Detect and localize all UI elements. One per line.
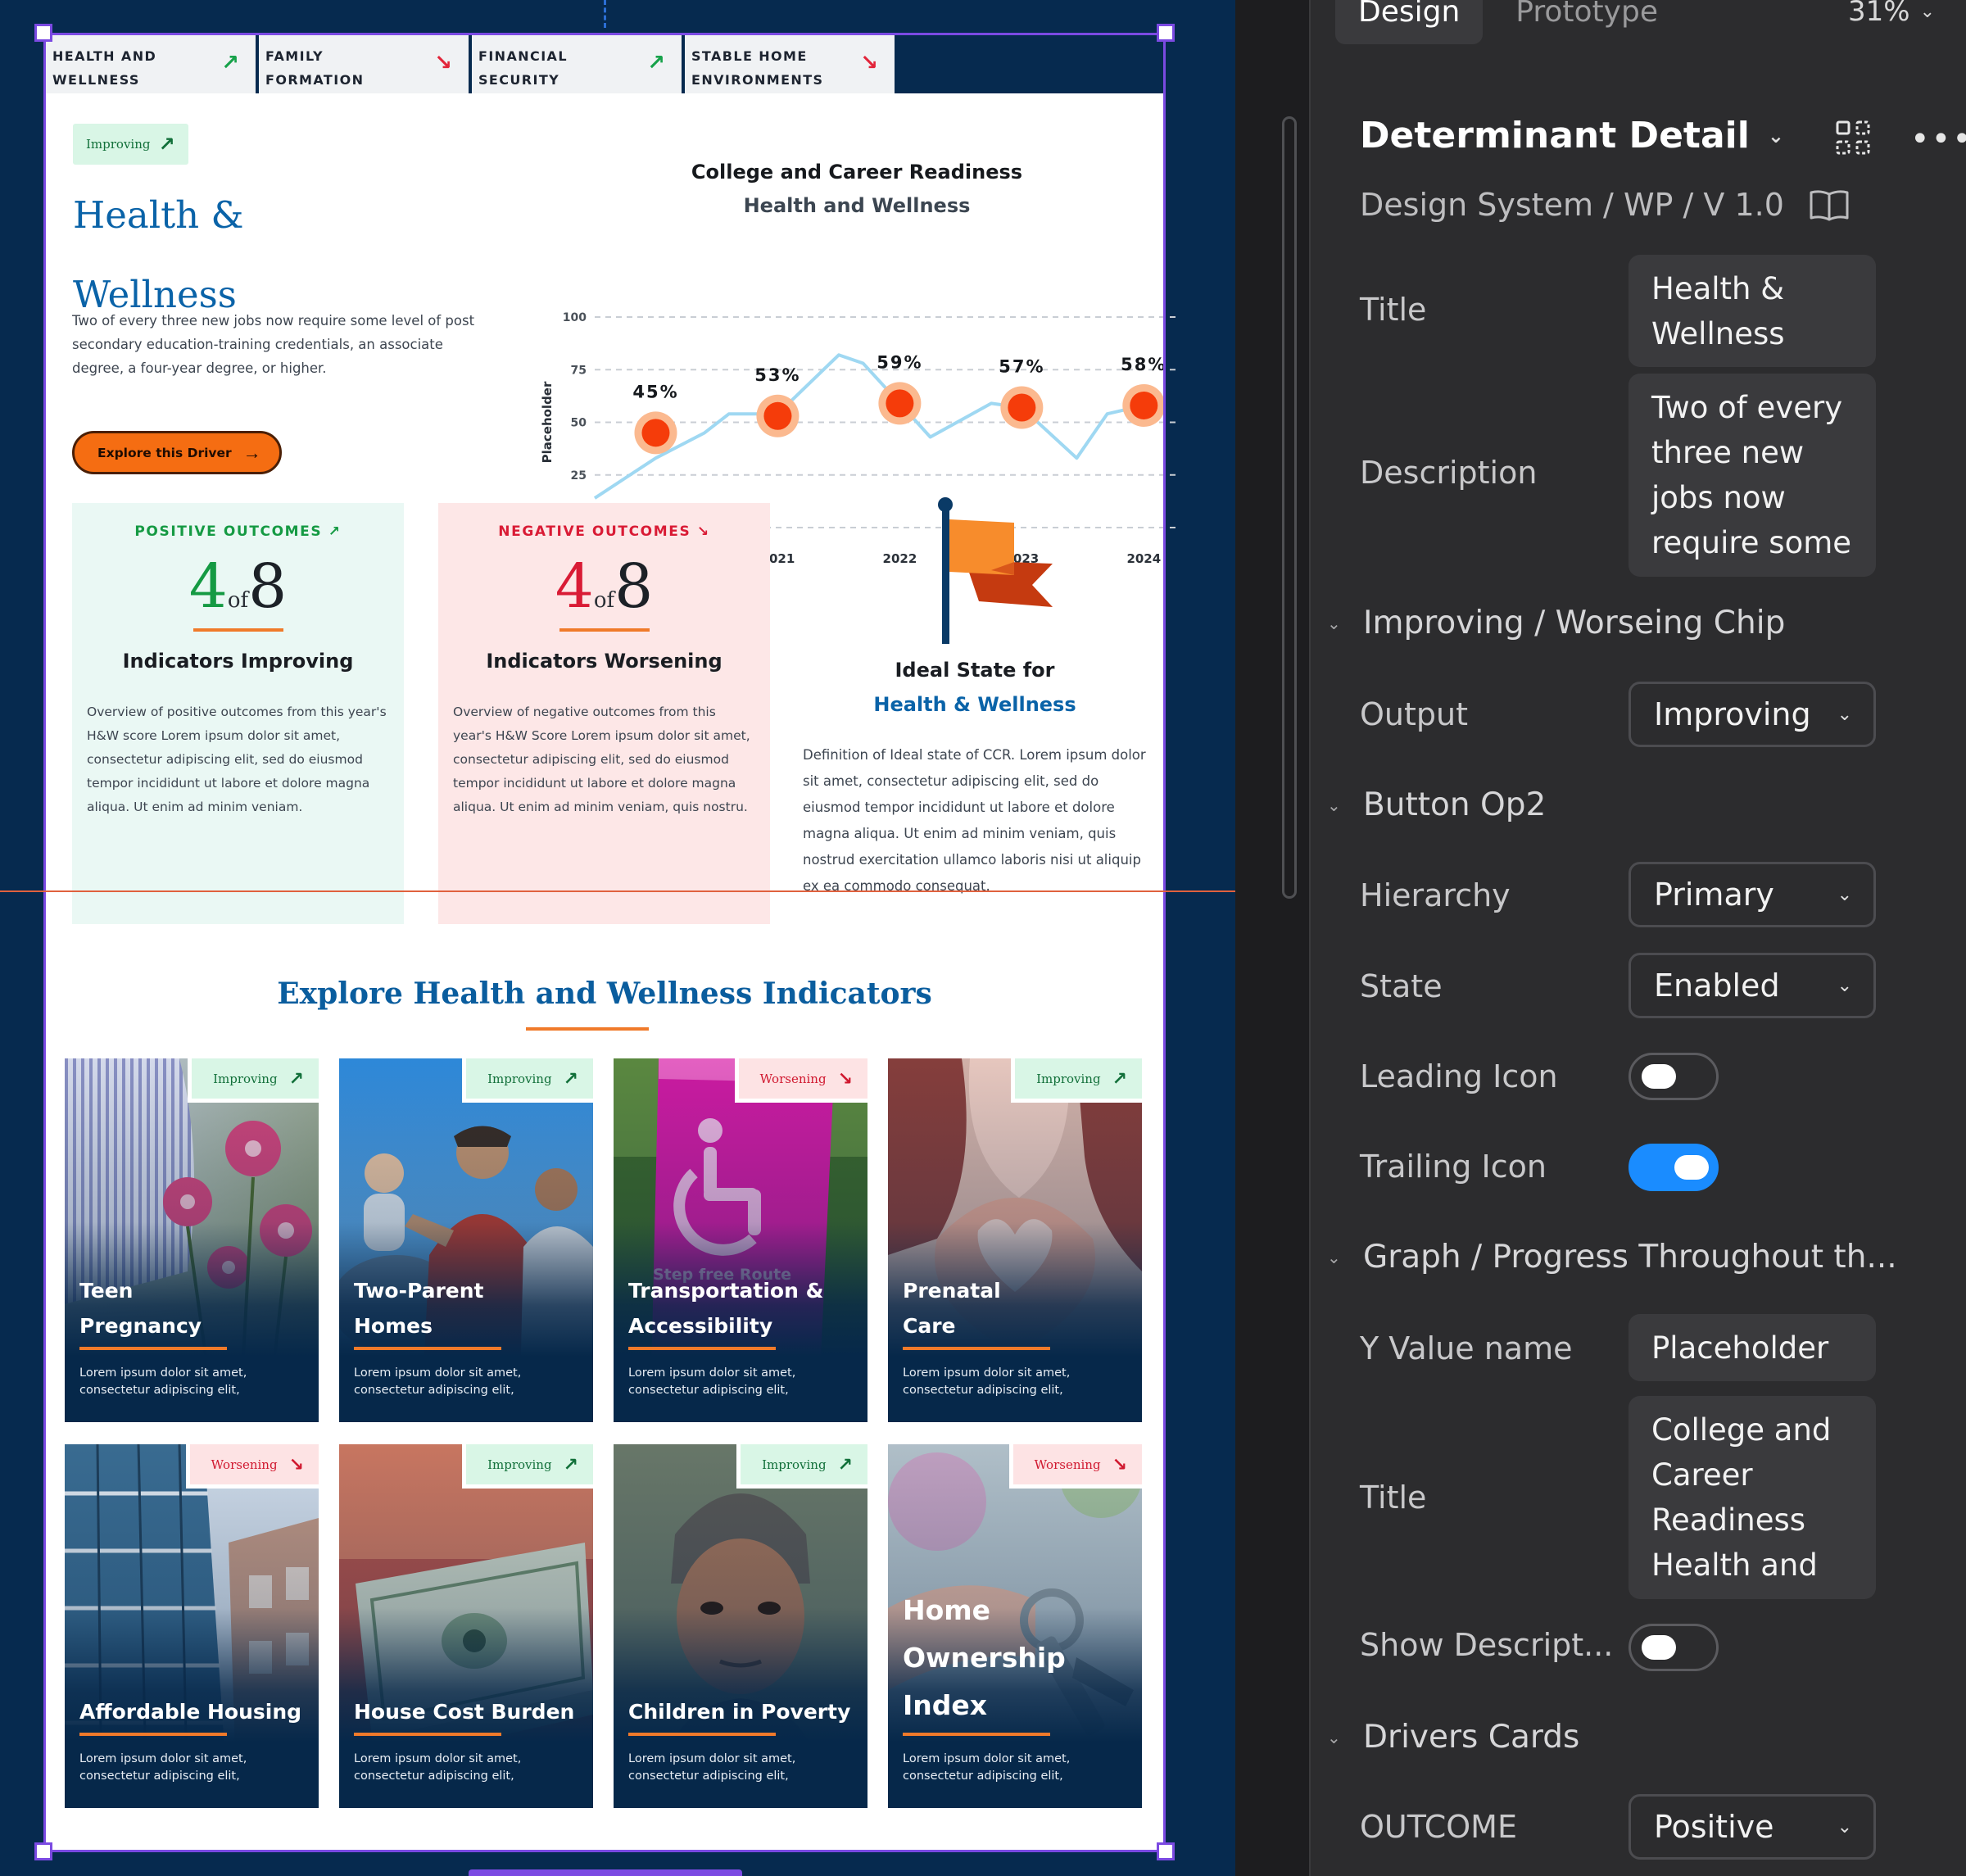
select-value: Improving — [1654, 696, 1811, 732]
section-drivers[interactable]: ⌄ Drivers Cards — [1327, 1719, 1579, 1756]
chevron-down-icon: ⌄ — [1327, 1247, 1341, 1267]
selection-frame — [43, 33, 1166, 1852]
title-field[interactable]: Health & Wellness — [1629, 255, 1876, 367]
outcome-label: OUTCOME — [1360, 1809, 1517, 1845]
leading-icon-label: Leading Icon — [1360, 1058, 1558, 1094]
leading-icon-toggle[interactable] — [1629, 1053, 1719, 1100]
chevron-down-icon: ⌄ — [1327, 1727, 1341, 1747]
description-field[interactable]: Two of every three new jobs now require … — [1629, 374, 1876, 577]
select-value: Primary — [1654, 877, 1774, 913]
toggle-knob — [1674, 1155, 1709, 1180]
chevron-down-icon: ⌄ — [1767, 124, 1784, 147]
hierarchy-label: Hierarchy — [1360, 877, 1511, 913]
show-description-label: Show Descript... — [1360, 1627, 1614, 1663]
trailing-icon-label: Trailing Icon — [1360, 1149, 1547, 1185]
zoom-value: 31% — [1847, 0, 1910, 28]
graph-title-field[interactable]: College and Career Readiness Health and — [1629, 1396, 1876, 1599]
trailing-icon-toggle[interactable] — [1629, 1144, 1719, 1191]
output-select[interactable]: Improving ⌄ — [1629, 682, 1876, 747]
properties-panel: Design Prototype 31% ⌄ Determinant Detai… — [1309, 0, 1966, 1876]
graph-title-label: Title — [1360, 1480, 1427, 1516]
canvas-scroll-area — [1235, 0, 1309, 1876]
more-options-icon[interactable]: ••• — [1910, 123, 1966, 156]
library-path: Design System / WP / V 1.0 — [1360, 187, 1850, 223]
panel-tabs: Design Prototype — [1335, 0, 1681, 44]
chevron-down-icon: ⌄ — [1837, 975, 1852, 996]
library-path-text: Design System / WP / V 1.0 — [1360, 187, 1784, 223]
chevron-down-icon: ⌄ — [1837, 884, 1852, 905]
chevron-down-icon: ⌄ — [1837, 1816, 1852, 1837]
tab-prototype[interactable]: Prototype — [1493, 0, 1681, 44]
description-label: Description — [1360, 455, 1538, 491]
show-description-toggle[interactable] — [1629, 1624, 1719, 1671]
output-label: Output — [1360, 696, 1468, 732]
section-label: Drivers Cards — [1363, 1719, 1580, 1756]
frame-size-label — [469, 1869, 742, 1876]
horizontal-guide — [0, 890, 1235, 892]
select-value: Enabled — [1654, 967, 1780, 1004]
design-canvas[interactable]: HEALTH AND WELLNESS ↗ FAMILY FORMATION ↘… — [0, 0, 1235, 1876]
component-title: Determinant Detail — [1360, 115, 1750, 156]
section-label: Graph / Progress Throughout th... — [1363, 1239, 1897, 1276]
hierarchy-select[interactable]: Primary ⌄ — [1629, 862, 1876, 927]
resize-handle[interactable] — [34, 24, 52, 42]
resize-handle[interactable] — [34, 1842, 52, 1860]
resize-handle[interactable] — [1157, 24, 1175, 42]
select-value: Positive — [1654, 1809, 1774, 1845]
vertical-guide — [604, 0, 606, 28]
component-grid-icon[interactable] — [1835, 120, 1871, 156]
book-icon[interactable] — [1809, 188, 1850, 221]
resize-handle[interactable] — [1157, 1842, 1175, 1860]
state-label: State — [1360, 968, 1443, 1004]
title-label: Title — [1360, 292, 1427, 328]
y-value-label: Y Value name — [1360, 1330, 1573, 1366]
zoom-control[interactable]: 31% ⌄ — [1848, 0, 1935, 28]
chevron-down-icon: ⌄ — [1327, 795, 1341, 815]
chevron-down-icon: ⌄ — [1837, 704, 1852, 725]
section-chip[interactable]: ⌄ Improving / Worseing Chip — [1327, 605, 1785, 641]
state-select[interactable]: Enabled ⌄ — [1629, 953, 1876, 1018]
toggle-knob — [1642, 1064, 1676, 1089]
y-value-field[interactable]: Placeholder — [1629, 1314, 1876, 1381]
component-name[interactable]: Determinant Detail ⌄ — [1360, 115, 1784, 156]
section-button[interactable]: ⌄ Button Op2 — [1327, 786, 1546, 823]
section-label: Improving / Worseing Chip — [1363, 605, 1786, 641]
scrollbar-thumb[interactable] — [1282, 116, 1297, 899]
toggle-knob — [1642, 1635, 1676, 1660]
outcome-select[interactable]: Positive ⌄ — [1629, 1794, 1876, 1860]
chevron-down-icon: ⌄ — [1919, 1, 1935, 22]
section-label: Button Op2 — [1363, 786, 1547, 823]
section-graph[interactable]: ⌄ Graph / Progress Throughout th... — [1327, 1239, 1897, 1276]
chevron-down-icon: ⌄ — [1327, 613, 1341, 633]
tab-design[interactable]: Design — [1335, 0, 1484, 44]
